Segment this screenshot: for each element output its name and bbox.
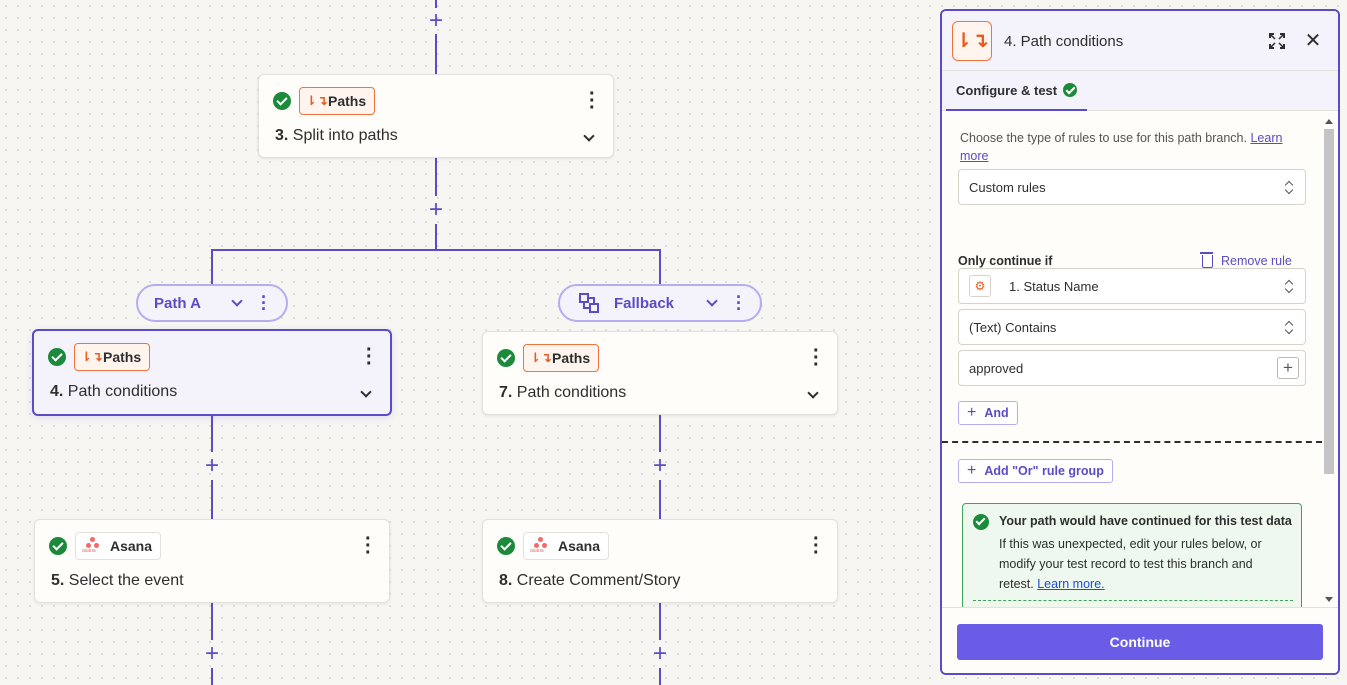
insert-data-plus-icon[interactable]: +	[1277, 357, 1299, 379]
chevron-down-icon[interactable]	[231, 295, 243, 307]
step-title: 8. Create Comment/Story	[499, 572, 681, 589]
branch-connector	[211, 249, 661, 251]
step-card-fallback-conditions[interactable]: ⇂↴ Paths · · · 7. Path conditions	[482, 331, 838, 415]
close-icon[interactable]: ✕	[1304, 30, 1322, 52]
chevron-down-icon[interactable]	[360, 383, 372, 398]
scroll-down-icon[interactable]	[1325, 597, 1333, 602]
rule-type-help: Choose the type of rules to use for this…	[960, 131, 1283, 163]
panel-header: ⇂↴ 4. Path conditions ✕	[942, 11, 1338, 71]
add-or-rule-group-button[interactable]: + Add "Or" rule group	[958, 459, 1113, 483]
only-continue-if-label: Only continue if	[958, 254, 1053, 268]
step-title: 3. Split into paths	[275, 127, 398, 144]
step-title: 7. Path conditions	[499, 384, 627, 401]
alert-title: Your path would have continued for this …	[999, 514, 1292, 528]
path-label: Path A	[154, 294, 201, 312]
paths-icon: ⇂↴	[952, 21, 992, 61]
success-check-icon	[48, 348, 66, 366]
asana-logo-icon: asana	[530, 537, 552, 555]
rule-type-select[interactable]: Custom rules	[958, 169, 1306, 205]
more-options-icon[interactable]: · · ·	[589, 84, 596, 118]
paths-icon: ⇂↴	[306, 93, 328, 108]
more-options-icon[interactable]: · · ·	[813, 529, 820, 563]
add-step-plus-icon[interactable]: +	[425, 198, 447, 222]
field-select[interactable]: ⚙ 1. Status Name	[958, 268, 1306, 304]
path-pill-path-a[interactable]: Path A · · ·	[136, 284, 288, 322]
learn-more-link[interactable]: Learn more.	[1037, 577, 1104, 591]
panel-footer: Continue	[942, 607, 1338, 673]
more-options-icon[interactable]: · · ·	[366, 340, 373, 374]
asana-logo-icon: asana	[82, 537, 104, 555]
operator-select[interactable]: (Text) Contains	[958, 309, 1306, 345]
step-card-split-into-paths[interactable]: ⇂↴ Paths · · · 3. Split into paths	[258, 74, 614, 158]
app-chip-paths: ⇂↴ Paths	[74, 343, 151, 371]
value-input[interactable]: approved +	[958, 350, 1306, 386]
more-options-icon[interactable]: · · ·	[365, 529, 372, 563]
select-arrows-icon	[1285, 320, 1293, 336]
step-editor-panel: ⇂↴ 4. Path conditions ✕ Configure & test…	[940, 9, 1340, 675]
success-check-icon	[1063, 83, 1078, 97]
trash-icon	[1200, 252, 1213, 268]
tab-configure-test[interactable]: Configure & test	[946, 71, 1088, 111]
app-chip-paths: ⇂↴ Paths	[299, 87, 376, 115]
add-step-plus-icon[interactable]: +	[649, 454, 671, 478]
chevron-down-icon[interactable]	[807, 384, 819, 399]
scrollbar-thumb[interactable]	[1324, 129, 1334, 474]
tab-bar: Configure & test	[942, 71, 1338, 111]
continue-button[interactable]: Continue	[957, 624, 1323, 660]
more-options-icon[interactable]: · · ·	[261, 288, 267, 318]
select-arrows-icon	[1285, 279, 1293, 295]
webhook-icon: ⚙	[969, 275, 991, 297]
connector	[659, 249, 661, 285]
success-check-icon	[497, 349, 515, 367]
chevron-down-icon[interactable]	[583, 127, 595, 142]
add-step-plus-icon[interactable]: +	[201, 642, 223, 666]
panel-title: 4. Path conditions	[1004, 33, 1124, 50]
more-options-icon[interactable]: · · ·	[813, 341, 820, 375]
select-arrows-icon	[1285, 180, 1293, 196]
app-chip-asana: asana Asana	[523, 532, 610, 560]
success-check-icon	[49, 537, 67, 555]
path-label: Fallback	[614, 294, 675, 312]
paths-icon: ⇂↴	[81, 349, 103, 364]
app-chip-paths: ⇂↴ Paths	[523, 344, 600, 372]
paths-icon: ⇂↴	[530, 350, 552, 365]
more-options-icon[interactable]: · · ·	[736, 288, 742, 318]
alert-body: If this was unexpected, edit your rules …	[999, 537, 1262, 591]
remove-rule-button[interactable]: Remove rule	[1200, 252, 1292, 268]
test-result-alert: Your path would have continued for this …	[962, 503, 1302, 607]
scrollbar[interactable]	[1322, 119, 1334, 605]
add-step-plus-icon[interactable]: +	[649, 642, 671, 666]
workflow-canvas[interactable]: + + + + + + ⇂↴ Paths · · · 3. Split into p…	[0, 0, 940, 685]
fallback-path-icon	[579, 293, 599, 313]
scroll-up-icon[interactable]	[1325, 119, 1333, 124]
panel-body[interactable]: Choose the type of rules to use for this…	[942, 111, 1338, 607]
plus-icon: +	[967, 462, 977, 479]
success-check-icon	[273, 92, 291, 110]
step-title: 5. Select the event	[51, 572, 184, 589]
path-pill-fallback[interactable]: Fallback · · ·	[558, 284, 762, 322]
section-divider	[942, 441, 1322, 443]
connector	[211, 249, 213, 285]
alert-divider	[973, 600, 1293, 601]
add-step-plus-icon[interactable]: +	[425, 9, 447, 33]
success-check-icon	[973, 514, 989, 530]
step-title: 4. Path conditions	[50, 383, 178, 400]
app-chip-asana: asana Asana	[75, 532, 162, 560]
add-step-plus-icon[interactable]: +	[201, 454, 223, 478]
success-check-icon	[497, 537, 515, 555]
expand-icon[interactable]	[1268, 32, 1286, 50]
step-card-create-comment-story[interactable]: asana Asana · · · 8. Create Comment/Story	[482, 519, 838, 603]
chevron-down-icon[interactable]	[706, 295, 718, 307]
step-card-path-a-conditions[interactable]: ⇂↴ Paths · · · 4. Path conditions	[32, 329, 392, 416]
plus-icon: +	[967, 404, 977, 421]
and-button[interactable]: + And	[958, 401, 1018, 425]
step-card-select-the-event[interactable]: asana Asana · · · 5. Select the event	[34, 519, 390, 603]
